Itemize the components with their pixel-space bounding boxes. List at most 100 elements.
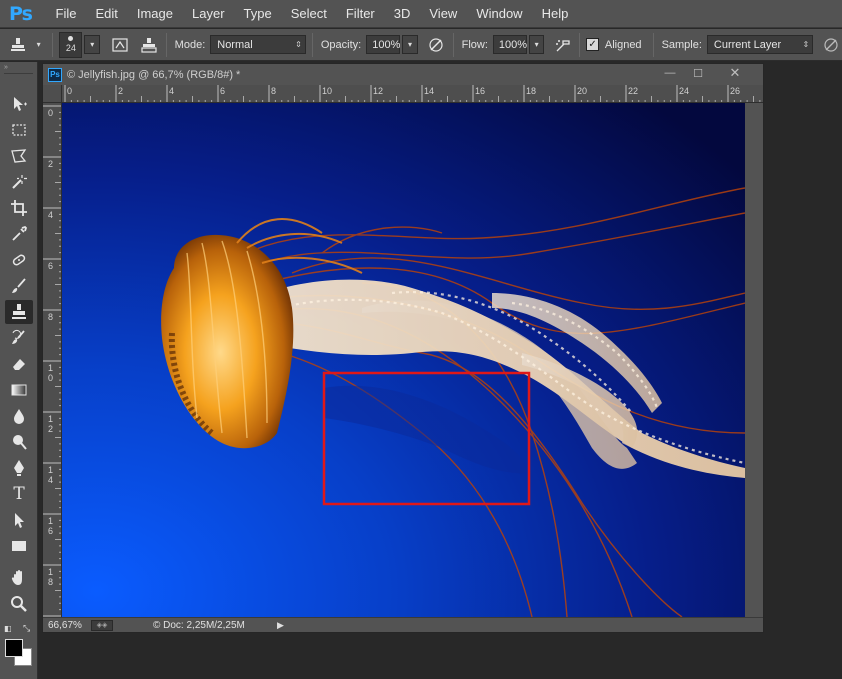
ruler-top-label: 18 <box>526 86 537 96</box>
vertical-ruler[interactable]: 0246810121416182 <box>43 103 62 617</box>
type-icon[interactable]: T <box>5 482 33 506</box>
mode-label: Mode: <box>174 38 206 51</box>
ruler-left-label: 12 <box>48 414 54 434</box>
sample-select[interactable]: Current Layer ⇕ <box>706 35 814 54</box>
panel-grip-icon[interactable]: » <box>4 64 33 74</box>
document-tab[interactable]: Ps © Jellyfish.jpg @ 66,7% (RGB/8#) * — … <box>43 64 763 85</box>
tools-panel: » T ◧ ⤡ <box>0 62 38 679</box>
clone-stamp-preset-icon[interactable] <box>8 34 29 56</box>
menu-view[interactable]: View <box>420 0 467 28</box>
minimize-icon[interactable]: — <box>657 65 683 81</box>
clone-source-panel-icon[interactable] <box>138 34 159 56</box>
menu-select[interactable]: Select <box>281 0 336 28</box>
ruler-top-label: 14 <box>424 86 435 96</box>
ruler-top-label: 6 <box>220 86 226 96</box>
menu-window[interactable]: Window <box>467 0 532 28</box>
zoom-level[interactable]: 66,67% <box>43 620 91 631</box>
pressure-opacity-icon[interactable] <box>425 34 446 56</box>
ruler-left-label: 4 <box>48 210 54 220</box>
polygonal-lasso-icon[interactable] <box>5 144 33 168</box>
zoom-icon[interactable] <box>5 592 33 616</box>
eraser-icon[interactable] <box>5 352 33 376</box>
foreground-color-swatch[interactable] <box>5 639 23 657</box>
brush-icon[interactable] <box>5 274 33 298</box>
rectangle-shape-icon[interactable] <box>5 534 33 558</box>
brush-preset-picker[interactable]: 24 <box>59 31 83 58</box>
crop-icon[interactable] <box>5 196 33 220</box>
hand-icon[interactable] <box>5 566 33 590</box>
ruler-top-label: 20 <box>577 86 588 96</box>
ruler-left-label: 6 <box>48 261 54 271</box>
status-info-icon[interactable]: ◈◈ <box>91 619 113 631</box>
brush-size-value: 24 <box>65 43 76 53</box>
ruler-top-label: 4 <box>169 86 175 96</box>
photoshop-logo: Ps <box>9 2 33 25</box>
history-brush-icon[interactable] <box>5 326 33 350</box>
document-size: © Doc: 2,25M/2,25M <box>153 619 245 631</box>
gradient-icon[interactable] <box>5 378 33 402</box>
opacity-dropdown[interactable]: ▾ <box>402 35 418 54</box>
ruler-top-label: 10 <box>322 86 333 96</box>
menu-help[interactable]: Help <box>532 0 578 28</box>
menu-image[interactable]: Image <box>127 0 182 28</box>
tool-preset-dropdown[interactable]: ▾ <box>31 35 46 54</box>
eyedropper-icon[interactable] <box>5 222 33 246</box>
brush-panel-toggle-icon[interactable] <box>110 34 131 56</box>
sample-value: Current Layer <box>713 38 782 51</box>
ruler-corner[interactable] <box>43 85 62 103</box>
spot-healing-brush-icon[interactable] <box>5 248 33 272</box>
blur-icon[interactable] <box>5 404 33 428</box>
brush-dropdown[interactable]: ▾ <box>84 35 100 54</box>
ruler-left-label: 10 <box>48 363 54 383</box>
flow-dropdown[interactable]: ▾ <box>528 35 545 54</box>
close-icon[interactable]: ✕ <box>715 65 755 81</box>
rectangular-marquee-icon[interactable] <box>5 118 33 142</box>
menu-file[interactable]: File <box>46 0 86 28</box>
vertical-scrollbar[interactable] <box>745 103 763 617</box>
menu-bar: Ps File Edit Image Layer Type Select Fil… <box>0 0 842 28</box>
ruler-left-label: 18 <box>48 567 54 587</box>
ruler-top-label: 0 <box>67 86 73 96</box>
flow-input[interactable]: 100% <box>492 35 527 54</box>
ruler-top-label: 2 <box>118 86 124 96</box>
dodge-icon[interactable] <box>5 430 33 454</box>
ruler-top-label: 24 <box>679 86 690 96</box>
select-arrows-icon: ⇕ <box>295 40 302 49</box>
clone-stamp-icon[interactable] <box>5 300 33 324</box>
mode-value: Normal <box>217 38 253 51</box>
swap-colors-icon[interactable]: ⤡ <box>23 623 30 634</box>
horizontal-ruler[interactable]: 0 2 4 6 8 10 12 14 16 18 20 22 24 26 <box>62 85 763 103</box>
move-tool-icon[interactable] <box>5 92 33 116</box>
status-menu-arrow-icon[interactable]: ▶ <box>277 620 284 631</box>
path-selection-icon[interactable] <box>5 508 33 532</box>
menu-3d[interactable]: 3D <box>384 0 420 28</box>
document-title: © Jellyfish.jpg @ 66,7% (RGB/8#) * <box>67 68 241 81</box>
mode-select[interactable]: Normal ⇕ <box>210 35 306 54</box>
ruler-top-label: 8 <box>271 86 277 96</box>
ruler-left-label: 0 <box>48 108 54 118</box>
aligned-checkbox[interactable]: ✓ <box>586 38 599 51</box>
ruler-top-label: 16 <box>475 86 486 96</box>
airbrush-icon[interactable] <box>552 34 573 56</box>
aligned-label: Aligned <box>604 38 642 51</box>
flow-label: Flow: <box>461 38 488 51</box>
options-bar: ▾ 24 ▾ Mode: Normal ⇕ Opacity: 100% ▾ Fl… <box>0 29 842 61</box>
default-colors-icon[interactable]: ◧ <box>4 624 12 633</box>
ruler-left-label: 2 <box>48 159 54 169</box>
menu-layer[interactable]: Layer <box>183 0 235 28</box>
menu-filter[interactable]: Filter <box>336 0 384 28</box>
maximize-icon[interactable]: ☐ <box>685 65 711 81</box>
jellyfish-image <box>62 103 745 617</box>
document-window: Ps © Jellyfish.jpg @ 66,7% (RGB/8#) * — … <box>42 63 764 633</box>
ignore-adjustment-layers-icon[interactable] <box>821 34 842 56</box>
opacity-input[interactable]: 100% <box>366 35 400 54</box>
magic-wand-icon[interactable] <box>5 170 33 194</box>
ruler-left-label: 8 <box>48 312 54 322</box>
ruler-left-label: 14 <box>48 465 54 485</box>
pen-icon[interactable] <box>5 456 33 480</box>
menu-type[interactable]: Type <box>234 0 281 28</box>
ruler-top-label: 22 <box>628 86 639 96</box>
image-canvas[interactable] <box>62 103 745 617</box>
menu-edit[interactable]: Edit <box>86 0 127 28</box>
brush-tip-icon <box>68 36 74 41</box>
